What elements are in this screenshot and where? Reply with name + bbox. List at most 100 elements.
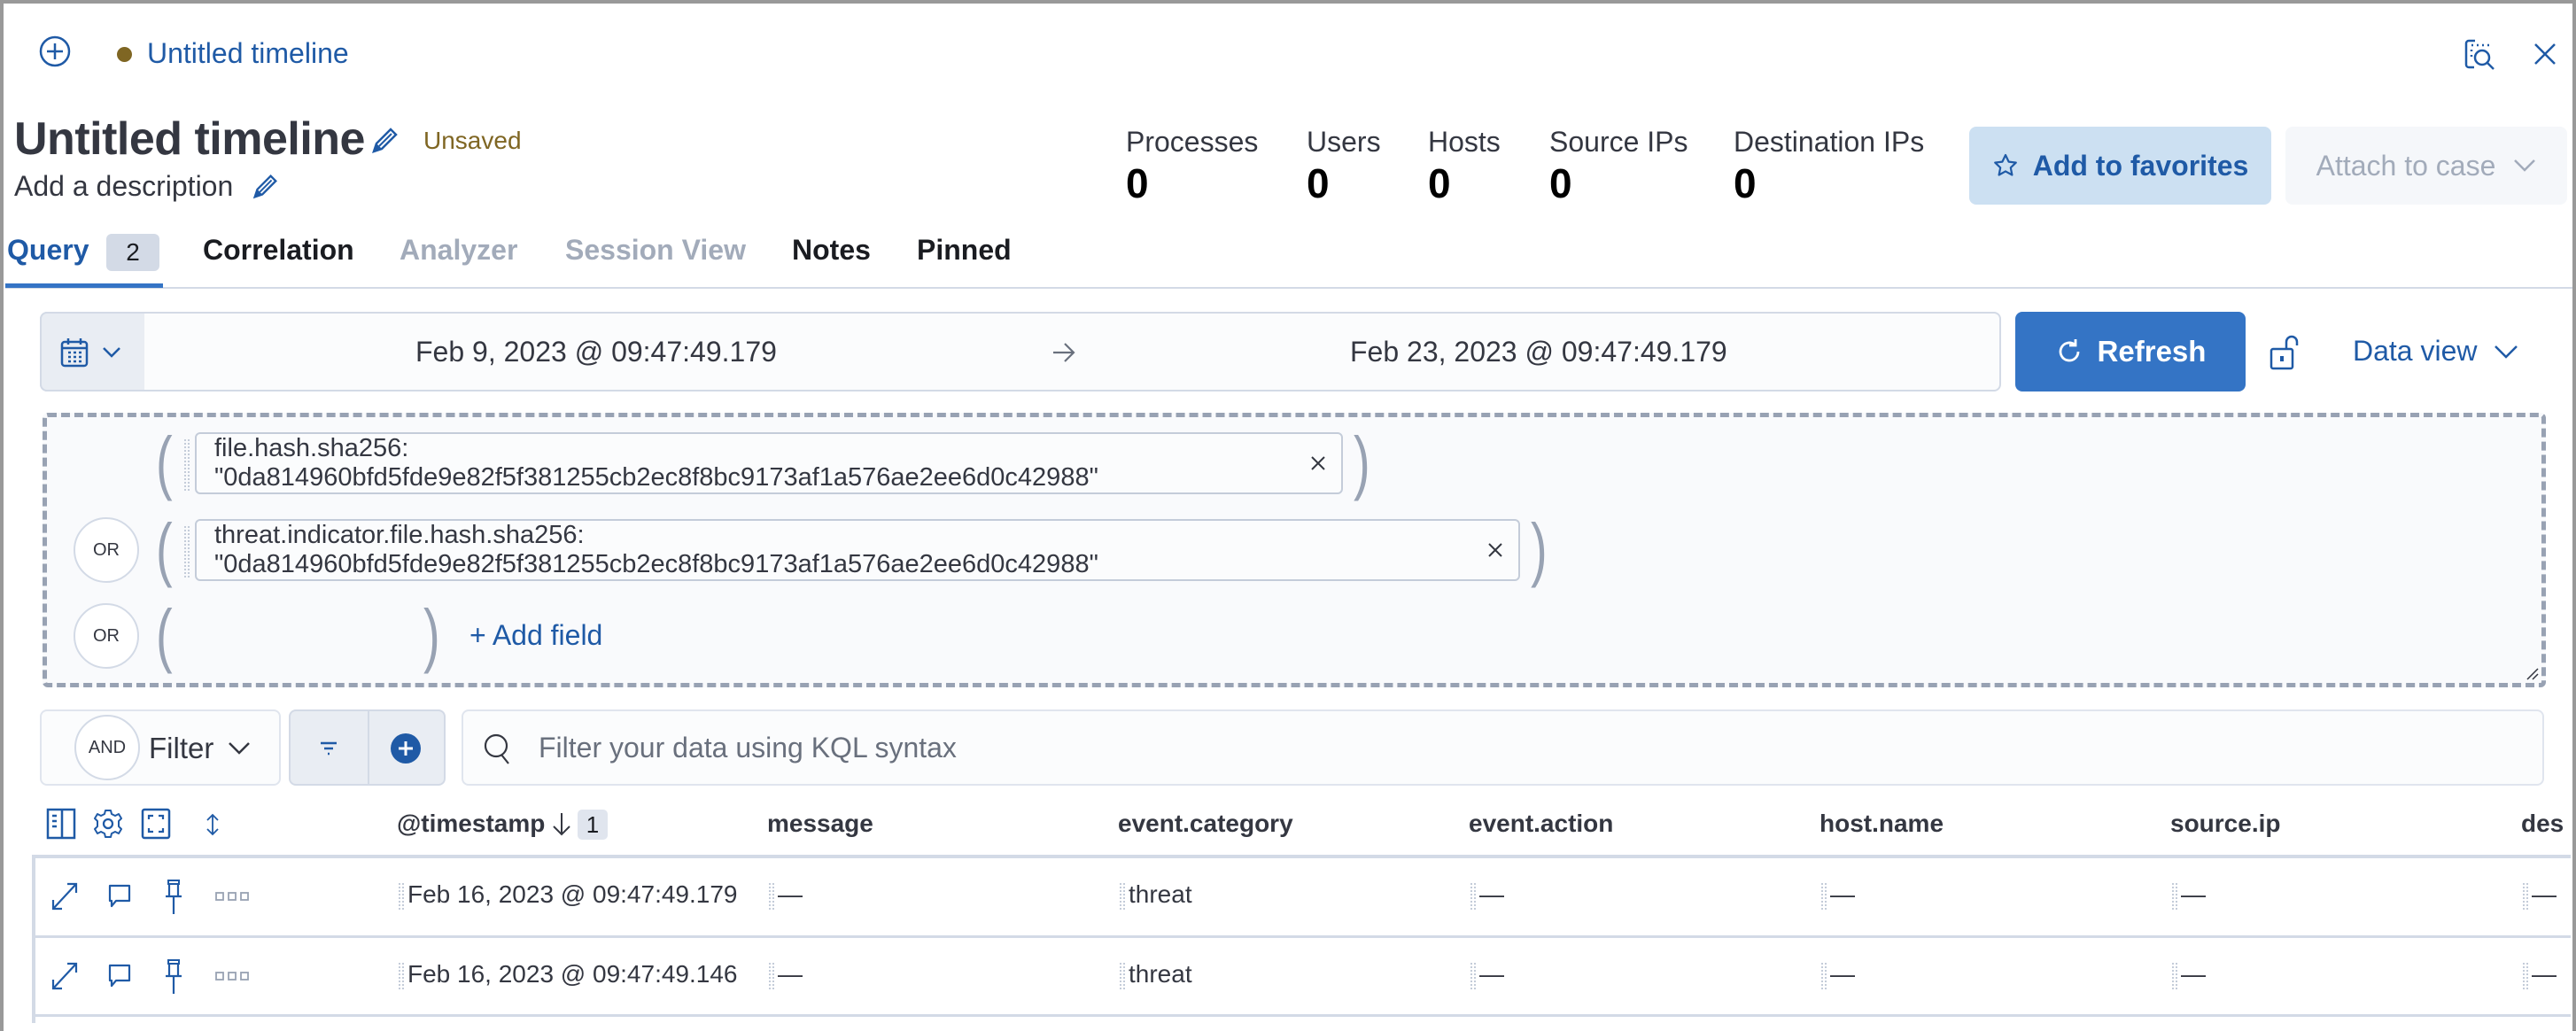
close-icon[interactable] xyxy=(1486,541,1504,559)
resize-handle-icon[interactable] xyxy=(2526,668,2539,680)
drag-handle[interactable] xyxy=(399,962,404,989)
drag-handle[interactable] xyxy=(1120,882,1125,910)
pencil-icon[interactable] xyxy=(250,172,280,202)
pin-icon[interactable] xyxy=(163,879,184,916)
new-timeline-icon[interactable] xyxy=(37,34,73,69)
row-divider xyxy=(32,935,2571,938)
drag-handle[interactable] xyxy=(769,962,774,989)
row-height-icon[interactable] xyxy=(204,812,221,837)
cell-host-name[interactable]: — xyxy=(1821,880,1855,910)
cell-destination[interactable]: — xyxy=(2523,960,2557,989)
column-header-message[interactable]: message xyxy=(767,810,873,838)
cell-value: — xyxy=(1479,880,1504,908)
cell-value: — xyxy=(778,960,803,988)
pin-icon[interactable] xyxy=(163,958,184,996)
fields-browser-icon[interactable] xyxy=(46,808,76,840)
pencil-icon[interactable] xyxy=(369,125,400,157)
drag-handle[interactable] xyxy=(1821,882,1827,910)
timeline-description[interactable]: Add a description xyxy=(14,170,233,203)
more-actions-icon[interactable] xyxy=(214,971,250,981)
close-icon[interactable] xyxy=(2532,41,2558,67)
drag-handle[interactable] xyxy=(769,882,774,910)
data-view-selector[interactable]: Data view xyxy=(2353,335,2518,368)
column-header-timestamp[interactable]: @timestamp xyxy=(397,810,545,838)
drag-handle[interactable] xyxy=(1120,962,1125,989)
add-to-favorites-button[interactable]: Add to favorites xyxy=(1969,127,2271,205)
timeline-title[interactable]: Untitled timeline xyxy=(14,112,365,166)
filter-menu-icon[interactable] xyxy=(315,735,342,762)
add-filter-icon[interactable] xyxy=(390,733,422,764)
cell-source-ip[interactable]: — xyxy=(2172,960,2206,989)
cell-event-category[interactable]: threat xyxy=(1120,880,1192,910)
tab-query[interactable]: Query xyxy=(7,234,89,267)
filter-dropdown[interactable]: Filter xyxy=(149,732,251,765)
add-note-icon[interactable] xyxy=(106,882,133,911)
cell-event-action[interactable]: — xyxy=(1470,960,1504,989)
cell-value: — xyxy=(2532,880,2557,908)
drag-handle[interactable] xyxy=(2523,962,2528,989)
column-header-host-name[interactable]: host.name xyxy=(1819,810,1944,838)
tab-session-view[interactable]: Session View xyxy=(565,234,746,267)
attach-to-case-button[interactable]: Attach to case xyxy=(2285,127,2567,205)
add-field-button[interactable]: + Add field xyxy=(469,619,602,652)
kql-placeholder: Filter your data using KQL syntax xyxy=(539,732,957,764)
cell-value: — xyxy=(1830,960,1855,988)
timeline-flyout: Untitled timeline Untitled timeline Unsa… xyxy=(4,4,2572,1031)
cell-message[interactable]: — xyxy=(769,960,803,989)
cell-source-ip[interactable]: — xyxy=(2172,880,2206,910)
query-field-text: threat.indicator.file.hash.sha256: "0da8… xyxy=(214,521,1098,578)
column-header-source-ip[interactable]: source.ip xyxy=(2170,810,2280,838)
add-note-icon[interactable] xyxy=(106,962,133,990)
expand-event-icon[interactable] xyxy=(50,880,80,912)
drag-handle[interactable] xyxy=(1470,962,1476,989)
table-row[interactable]: Feb 16, 2023 @ 09:47:49.179 — threat — —… xyxy=(4,859,2572,935)
stat-hosts-value: 0 xyxy=(1428,160,1451,206)
drag-handle[interactable] xyxy=(184,526,190,578)
sort-descending-icon[interactable] xyxy=(551,811,572,838)
more-actions-icon[interactable] xyxy=(214,891,250,902)
flyout-timeline-title[interactable]: Untitled timeline xyxy=(147,37,349,70)
column-header-label: @timestamp xyxy=(397,810,546,837)
tab-correlation[interactable]: Correlation xyxy=(203,234,354,267)
cell-event-action[interactable]: — xyxy=(1470,880,1504,910)
tab-pinned[interactable]: Pinned xyxy=(917,234,1012,267)
drag-handle[interactable] xyxy=(399,882,404,910)
stat-destination-ips-value: 0 xyxy=(1734,160,1757,206)
column-header-event-category[interactable]: event.category xyxy=(1118,810,1293,838)
cell-host-name[interactable]: — xyxy=(1821,960,1855,989)
table-row[interactable]: Feb 16, 2023 @ 09:47:49.146 — threat — —… xyxy=(4,939,2572,1015)
query-field-pill[interactable]: threat.indicator.file.hash.sha256: "0da8… xyxy=(184,519,1520,581)
refresh-button[interactable]: Refresh xyxy=(2015,312,2246,391)
drag-handle[interactable] xyxy=(2523,882,2528,910)
fullscreen-icon[interactable] xyxy=(141,808,171,840)
filter-actions-divider xyxy=(368,711,369,784)
drag-handle[interactable] xyxy=(184,439,190,491)
drag-handle[interactable] xyxy=(2172,882,2177,910)
tab-analyzer[interactable]: Analyzer xyxy=(400,234,517,267)
inspect-icon[interactable] xyxy=(2463,37,2498,73)
cell-value: threat xyxy=(1129,880,1192,908)
cell-destination[interactable]: — xyxy=(2523,880,2557,910)
refresh-icon xyxy=(2055,337,2083,366)
quick-select-button[interactable] xyxy=(40,312,144,391)
end-date[interactable]: Feb 23, 2023 @ 09:47:49.179 xyxy=(1350,336,1727,368)
query-field-pill[interactable]: file.hash.sha256: "0da814960bfd5fde9e82f… xyxy=(184,432,1343,494)
column-header-event-action[interactable]: event.action xyxy=(1469,810,1613,838)
unsaved-badge: Unsaved xyxy=(423,127,522,154)
group-open-paren: ( xyxy=(155,422,173,501)
unlock-icon[interactable] xyxy=(2267,333,2302,372)
close-icon[interactable] xyxy=(1309,454,1327,472)
column-header-destination[interactable]: des xyxy=(2521,810,2564,838)
cell-timestamp[interactable]: Feb 16, 2023 @ 09:47:49.146 xyxy=(399,960,738,989)
cell-event-category[interactable]: threat xyxy=(1120,960,1192,989)
drag-handle[interactable] xyxy=(1470,882,1476,910)
expand-event-icon[interactable] xyxy=(50,960,80,992)
start-date[interactable]: Feb 9, 2023 @ 09:47:49.179 xyxy=(415,336,777,368)
drag-handle[interactable] xyxy=(1821,962,1827,989)
cell-message[interactable]: — xyxy=(769,880,803,910)
cell-timestamp[interactable]: Feb 16, 2023 @ 09:47:49.179 xyxy=(399,880,738,910)
drag-handle[interactable] xyxy=(2172,962,2177,989)
or-operator-badge: OR xyxy=(74,603,139,669)
gear-icon[interactable] xyxy=(92,808,124,840)
tab-notes[interactable]: Notes xyxy=(792,234,871,267)
